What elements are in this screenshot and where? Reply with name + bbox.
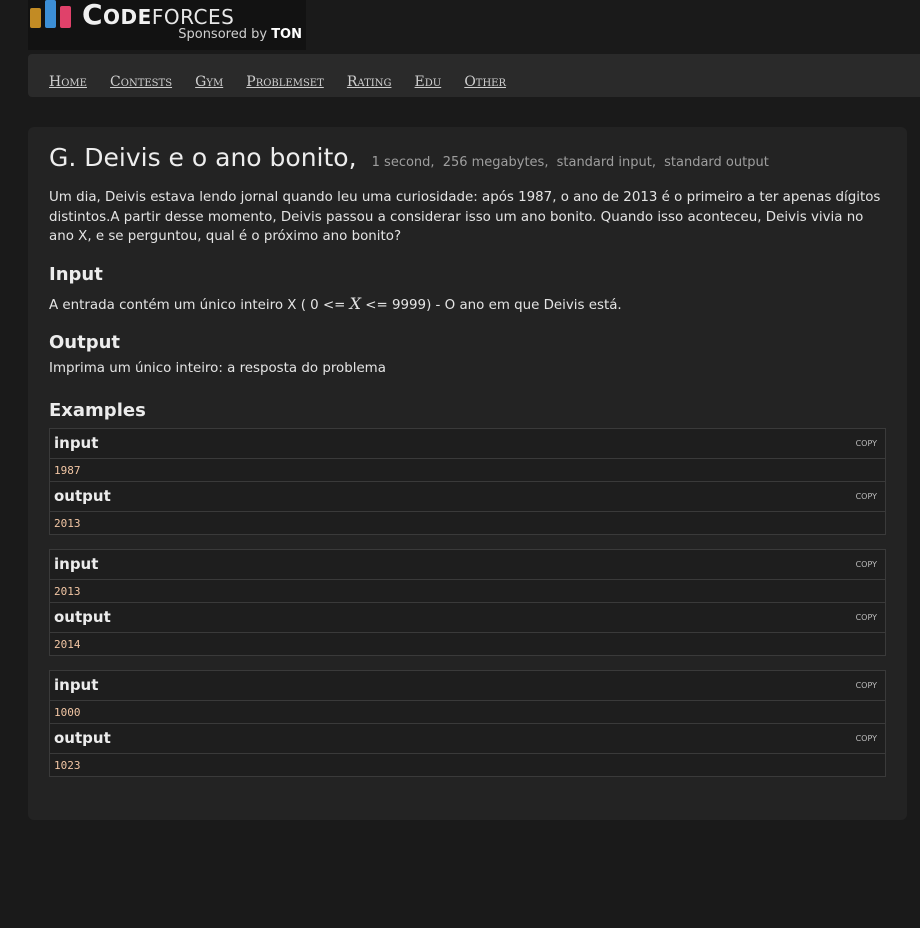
time-limit: 1 second, bbox=[371, 155, 435, 170]
examples-section-title: Examples bbox=[49, 400, 146, 421]
sample-input-label: input bbox=[54, 676, 99, 694]
sample-output-header: output COPY bbox=[50, 603, 885, 633]
menu-item-rating[interactable]: Rating bbox=[347, 74, 392, 90]
sample-output-label: output bbox=[54, 729, 111, 747]
sample-output-header: output COPY bbox=[50, 724, 885, 754]
sample-output[interactable]: 1023 bbox=[50, 754, 885, 776]
menu-item-other[interactable]: Other bbox=[464, 74, 506, 90]
sample-test: input COPY 1000 output COPY 1023 bbox=[49, 670, 886, 777]
sample-input[interactable]: 1987 bbox=[50, 459, 885, 482]
main-menu: Home Contests Gym Problemset Rating Edu … bbox=[28, 54, 920, 97]
sample-output[interactable]: 2014 bbox=[50, 633, 885, 655]
input-file: standard input, bbox=[556, 155, 656, 170]
sample-input-header: input COPY bbox=[50, 429, 885, 459]
sample-input[interactable]: 1000 bbox=[50, 701, 885, 724]
sample-input-label: input bbox=[54, 434, 99, 452]
sponsor-prefix: Sponsored by bbox=[178, 27, 268, 42]
output-file: standard output bbox=[664, 155, 769, 170]
sample-output-label: output bbox=[54, 487, 111, 505]
output-specification: Imprima um único inteiro: a resposta do … bbox=[49, 361, 386, 376]
logo-word-code: Code bbox=[82, 0, 152, 31]
logo-bar-yellow bbox=[30, 8, 41, 28]
copy-output-button[interactable]: COPY bbox=[856, 734, 877, 743]
logo-bar-blue bbox=[45, 0, 56, 28]
sample-output-header: output COPY bbox=[50, 482, 885, 512]
sample-input[interactable]: 2013 bbox=[50, 580, 885, 603]
sample-output-text: 2013 bbox=[54, 517, 81, 530]
copy-input-button[interactable]: COPY bbox=[856, 681, 877, 690]
sample-input-header: input COPY bbox=[50, 671, 885, 701]
sample-input-label: input bbox=[54, 555, 99, 573]
output-section-title: Output bbox=[49, 332, 121, 353]
sample-input-header: input COPY bbox=[50, 550, 885, 580]
problem-title: G. Deivis e o ano bonito, bbox=[49, 143, 357, 172]
codeforces-logo[interactable]: Codeforces Sponsored by TON bbox=[28, 0, 306, 50]
copy-output-button[interactable]: COPY bbox=[856, 492, 877, 501]
input-spec-pre: A entrada contém um único inteiro X ( 0 … bbox=[49, 298, 350, 313]
input-specification: A entrada contém um único inteiro X ( 0 … bbox=[49, 294, 622, 313]
logo-bar-red bbox=[60, 6, 71, 28]
logo-sponsor: Sponsored by TON bbox=[178, 27, 302, 42]
input-spec-post: <= 9999) - O ano em que Deivis está. bbox=[361, 298, 622, 313]
menu-item-contests[interactable]: Contests bbox=[110, 74, 172, 90]
sample-test: input COPY 1987 output COPY 2013 bbox=[49, 428, 886, 535]
problem-statement-panel: G. Deivis e o ano bonito, 1 second, 256 … bbox=[28, 127, 907, 820]
menu-item-home[interactable]: Home bbox=[49, 74, 87, 90]
sample-test: input COPY 2013 output COPY 2014 bbox=[49, 549, 886, 656]
sample-output[interactable]: 2013 bbox=[50, 512, 885, 534]
sample-input-text: 1987 bbox=[54, 464, 81, 477]
input-section-title: Input bbox=[49, 264, 103, 285]
copy-input-button[interactable]: COPY bbox=[856, 560, 877, 569]
sample-output-text: 2014 bbox=[54, 638, 81, 651]
logo-bars-icon bbox=[30, 0, 74, 28]
sponsor-name: TON bbox=[271, 27, 302, 42]
menu-item-gym[interactable]: Gym bbox=[195, 74, 223, 90]
problem-header: G. Deivis e o ano bonito, 1 second, 256 … bbox=[49, 143, 773, 172]
copy-input-button[interactable]: COPY bbox=[856, 439, 877, 448]
sample-output-label: output bbox=[54, 608, 111, 626]
copy-output-button[interactable]: COPY bbox=[856, 613, 877, 622]
problem-legend: Um dia, Deivis estava lendo jornal quand… bbox=[49, 190, 881, 244]
menu-item-problemset[interactable]: Problemset bbox=[246, 74, 324, 90]
sample-input-text: 2013 bbox=[54, 585, 81, 598]
menu-item-edu[interactable]: Edu bbox=[415, 74, 442, 90]
problem-limits: 1 second, 256 megabytes, standard input,… bbox=[372, 155, 773, 170]
sample-input-text: 1000 bbox=[54, 706, 81, 719]
input-spec-variable: X bbox=[349, 294, 362, 313]
sample-output-text: 1023 bbox=[54, 759, 81, 772]
memory-limit: 256 megabytes, bbox=[442, 155, 549, 170]
